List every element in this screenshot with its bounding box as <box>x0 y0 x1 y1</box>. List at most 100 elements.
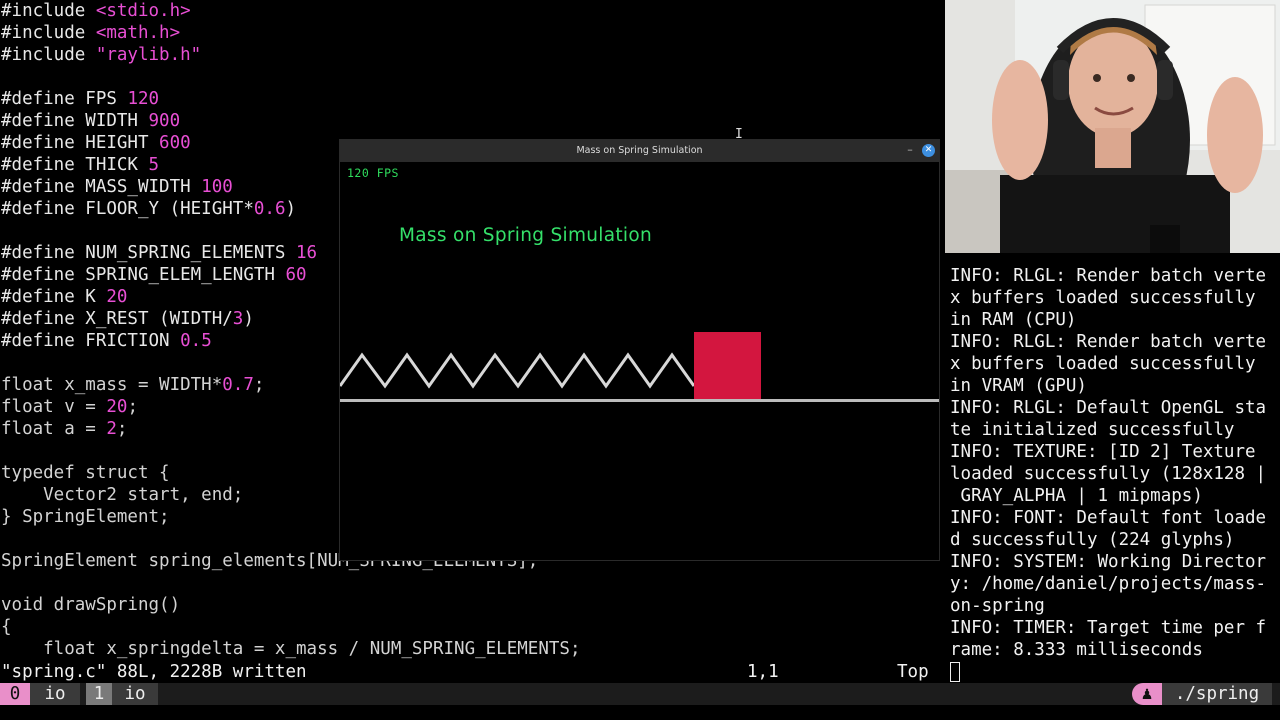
code-token: 20 <box>106 397 128 417</box>
tmux-window-0-name[interactable]: io <box>30 683 80 705</box>
code-token: 120 <box>127 89 160 109</box>
terminal-line: in RAM (CPU) <box>950 310 1077 330</box>
floor-line <box>340 399 939 402</box>
code-line[interactable]: #include <stdio.h> <box>1 0 191 22</box>
code-line[interactable]: float a = 2; <box>1 418 127 440</box>
code-line[interactable]: #define NUM_SPRING_ELEMENTS 16 <box>1 242 317 264</box>
code-token: #define NUM_SPRING_ELEMENTS <box>1 243 297 263</box>
code-token: #define X_REST (WIDTH/ <box>1 309 233 329</box>
tmux-status-bar: 0 io 1 io ♟ ./spring <box>0 683 1280 705</box>
terminal-line: rame: 8.333 milliseconds <box>950 640 1203 660</box>
tmux-session-label: ./spring <box>1162 683 1272 705</box>
vim-cursor-position: 1,1 <box>747 662 779 682</box>
vim-status-message: "spring.c" 88L, 2228B written <box>1 662 307 682</box>
terminal-line: x buffers loaded successfully <box>950 354 1256 374</box>
code-token: 100 <box>201 177 233 197</box>
code-token: ; <box>116 419 128 439</box>
code-line[interactable]: #define FPS 120 <box>1 88 159 110</box>
window-titlebar[interactable]: Mass on Spring Simulation – ✕ <box>340 140 939 162</box>
window-title: Mass on Spring Simulation <box>576 145 703 156</box>
tmux-window-0-index[interactable]: 0 <box>0 683 30 705</box>
code-token: 20 <box>106 287 128 307</box>
code-token: #define WIDTH <box>1 111 149 131</box>
code-token: Vector2 start, end; <box>1 485 244 505</box>
code-token: void drawSpring() <box>1 595 181 615</box>
tmux-window-1-index[interactable]: 1 <box>86 683 112 705</box>
code-token: float a = <box>1 419 107 439</box>
code-token: #define HEIGHT <box>1 133 160 153</box>
code-line[interactable]: void drawSpring() <box>1 594 180 616</box>
code-token: <math.h> <box>95 23 181 43</box>
simulation-window[interactable]: Mass on Spring Simulation – ✕ 120 FPS Ma… <box>339 139 940 561</box>
code-line[interactable]: float x_springdelta = x_mass / NUM_SPRIN… <box>1 638 580 660</box>
code-line[interactable]: typedef struct { <box>1 462 170 484</box>
code-token: #include <box>1 45 96 65</box>
code-token: { <box>1 617 12 637</box>
code-token: <stdio.h> <box>95 1 191 21</box>
code-token: ; <box>127 397 138 417</box>
code-token: float v = <box>1 397 107 417</box>
code-token: 16 <box>296 243 318 263</box>
code-token: float x_mass = WIDTH* <box>1 375 223 395</box>
code-line[interactable]: #define MASS_WIDTH 100 <box>1 176 233 198</box>
terminal-line: INFO: FONT: Default font loade <box>950 508 1267 528</box>
code-line[interactable]: Vector2 start, end; <box>1 484 243 506</box>
code-line[interactable]: float x_mass = WIDTH*0.7; <box>1 374 264 396</box>
code-token: 2 <box>106 419 117 439</box>
vim-scroll-indicator: Top <box>897 662 929 682</box>
simulation-canvas <box>340 332 939 402</box>
terminal-line: INFO: RLGL: Render batch verte <box>950 266 1267 286</box>
code-line[interactable]: #define WIDTH 900 <box>1 110 180 132</box>
code-line[interactable]: #define FRICTION 0.5 <box>1 330 212 352</box>
terminal-line: GRAY_ALPHA | 1 mipmaps) <box>950 486 1203 506</box>
mass-block <box>694 332 761 399</box>
webcam-person-image <box>945 0 1280 253</box>
code-token: #define FLOOR_Y (HEIGHT* <box>1 199 254 219</box>
code-token: #include <box>1 1 96 21</box>
code-token: "raylib.h" <box>95 45 202 65</box>
minimize-button[interactable]: – <box>904 143 916 157</box>
code-token: #include <box>1 23 96 43</box>
code-token: #define SPRING_ELEM_LENGTH <box>1 265 286 285</box>
code-line[interactable]: #define FLOOR_Y (HEIGHT*0.6) <box>1 198 296 220</box>
code-line[interactable]: #define K 20 <box>1 286 127 308</box>
code-token: 0.5 <box>180 331 212 351</box>
code-token: 3 <box>232 309 244 329</box>
code-line[interactable]: float v = 20; <box>1 396 138 418</box>
code-line[interactable]: #include <math.h> <box>1 22 180 44</box>
terminal-line: d successfully (224 glyphs) <box>950 530 1235 550</box>
webcam-video <box>945 0 1280 253</box>
code-token: #define FRICTION <box>1 331 181 351</box>
code-token: float x_springdelta = x_mass / NUM_SPRIN… <box>1 639 581 659</box>
code-token: #define MASS_WIDTH <box>1 177 202 197</box>
code-line[interactable]: #include "raylib.h" <box>1 44 201 66</box>
terminal-line: loaded successfully (128x128 | <box>950 464 1267 484</box>
tmux-window-1-name[interactable]: io <box>112 683 158 705</box>
code-token: #define FPS <box>1 89 128 109</box>
code-token: 0.6 <box>253 199 286 219</box>
simulation-heading: Mass on Spring Simulation <box>399 225 653 246</box>
terminal-cursor <box>950 662 960 682</box>
close-button[interactable]: ✕ <box>922 144 935 157</box>
terminal-line: y: /home/daniel/projects/mass- <box>950 574 1267 594</box>
spring-zigzag <box>340 352 696 389</box>
terminal-line: te initialized successfully <box>950 420 1235 440</box>
code-line[interactable]: #define SPRING_ELEM_LENGTH 60 <box>1 264 307 286</box>
code-token: ) <box>243 309 254 329</box>
code-token: 600 <box>159 133 191 153</box>
terminal-line: on-spring <box>950 596 1045 616</box>
terminal-pane[interactable]: INFO: RLGL: Render batch verte x buffers … <box>946 254 1280 684</box>
code-line[interactable]: #define THICK 5 <box>1 154 159 176</box>
text-cursor-icon: I <box>735 127 743 142</box>
code-token: 60 <box>285 265 307 285</box>
code-token: ) <box>285 199 297 219</box>
terminal-line: INFO: RLGL: Render batch verte <box>950 332 1267 352</box>
code-token: #define K <box>1 287 107 307</box>
code-line[interactable]: } SpringElement; <box>1 506 170 528</box>
code-line[interactable]: { <box>1 616 12 638</box>
code-line[interactable]: #define X_REST (WIDTH/3) <box>1 308 254 330</box>
terminal-line: in VRAM (GPU) <box>950 376 1087 396</box>
code-line[interactable]: #define HEIGHT 600 <box>1 132 191 154</box>
code-token: 5 <box>148 155 160 175</box>
terminal-line: INFO: TEXTURE: [ID 2] Texture <box>950 442 1256 462</box>
